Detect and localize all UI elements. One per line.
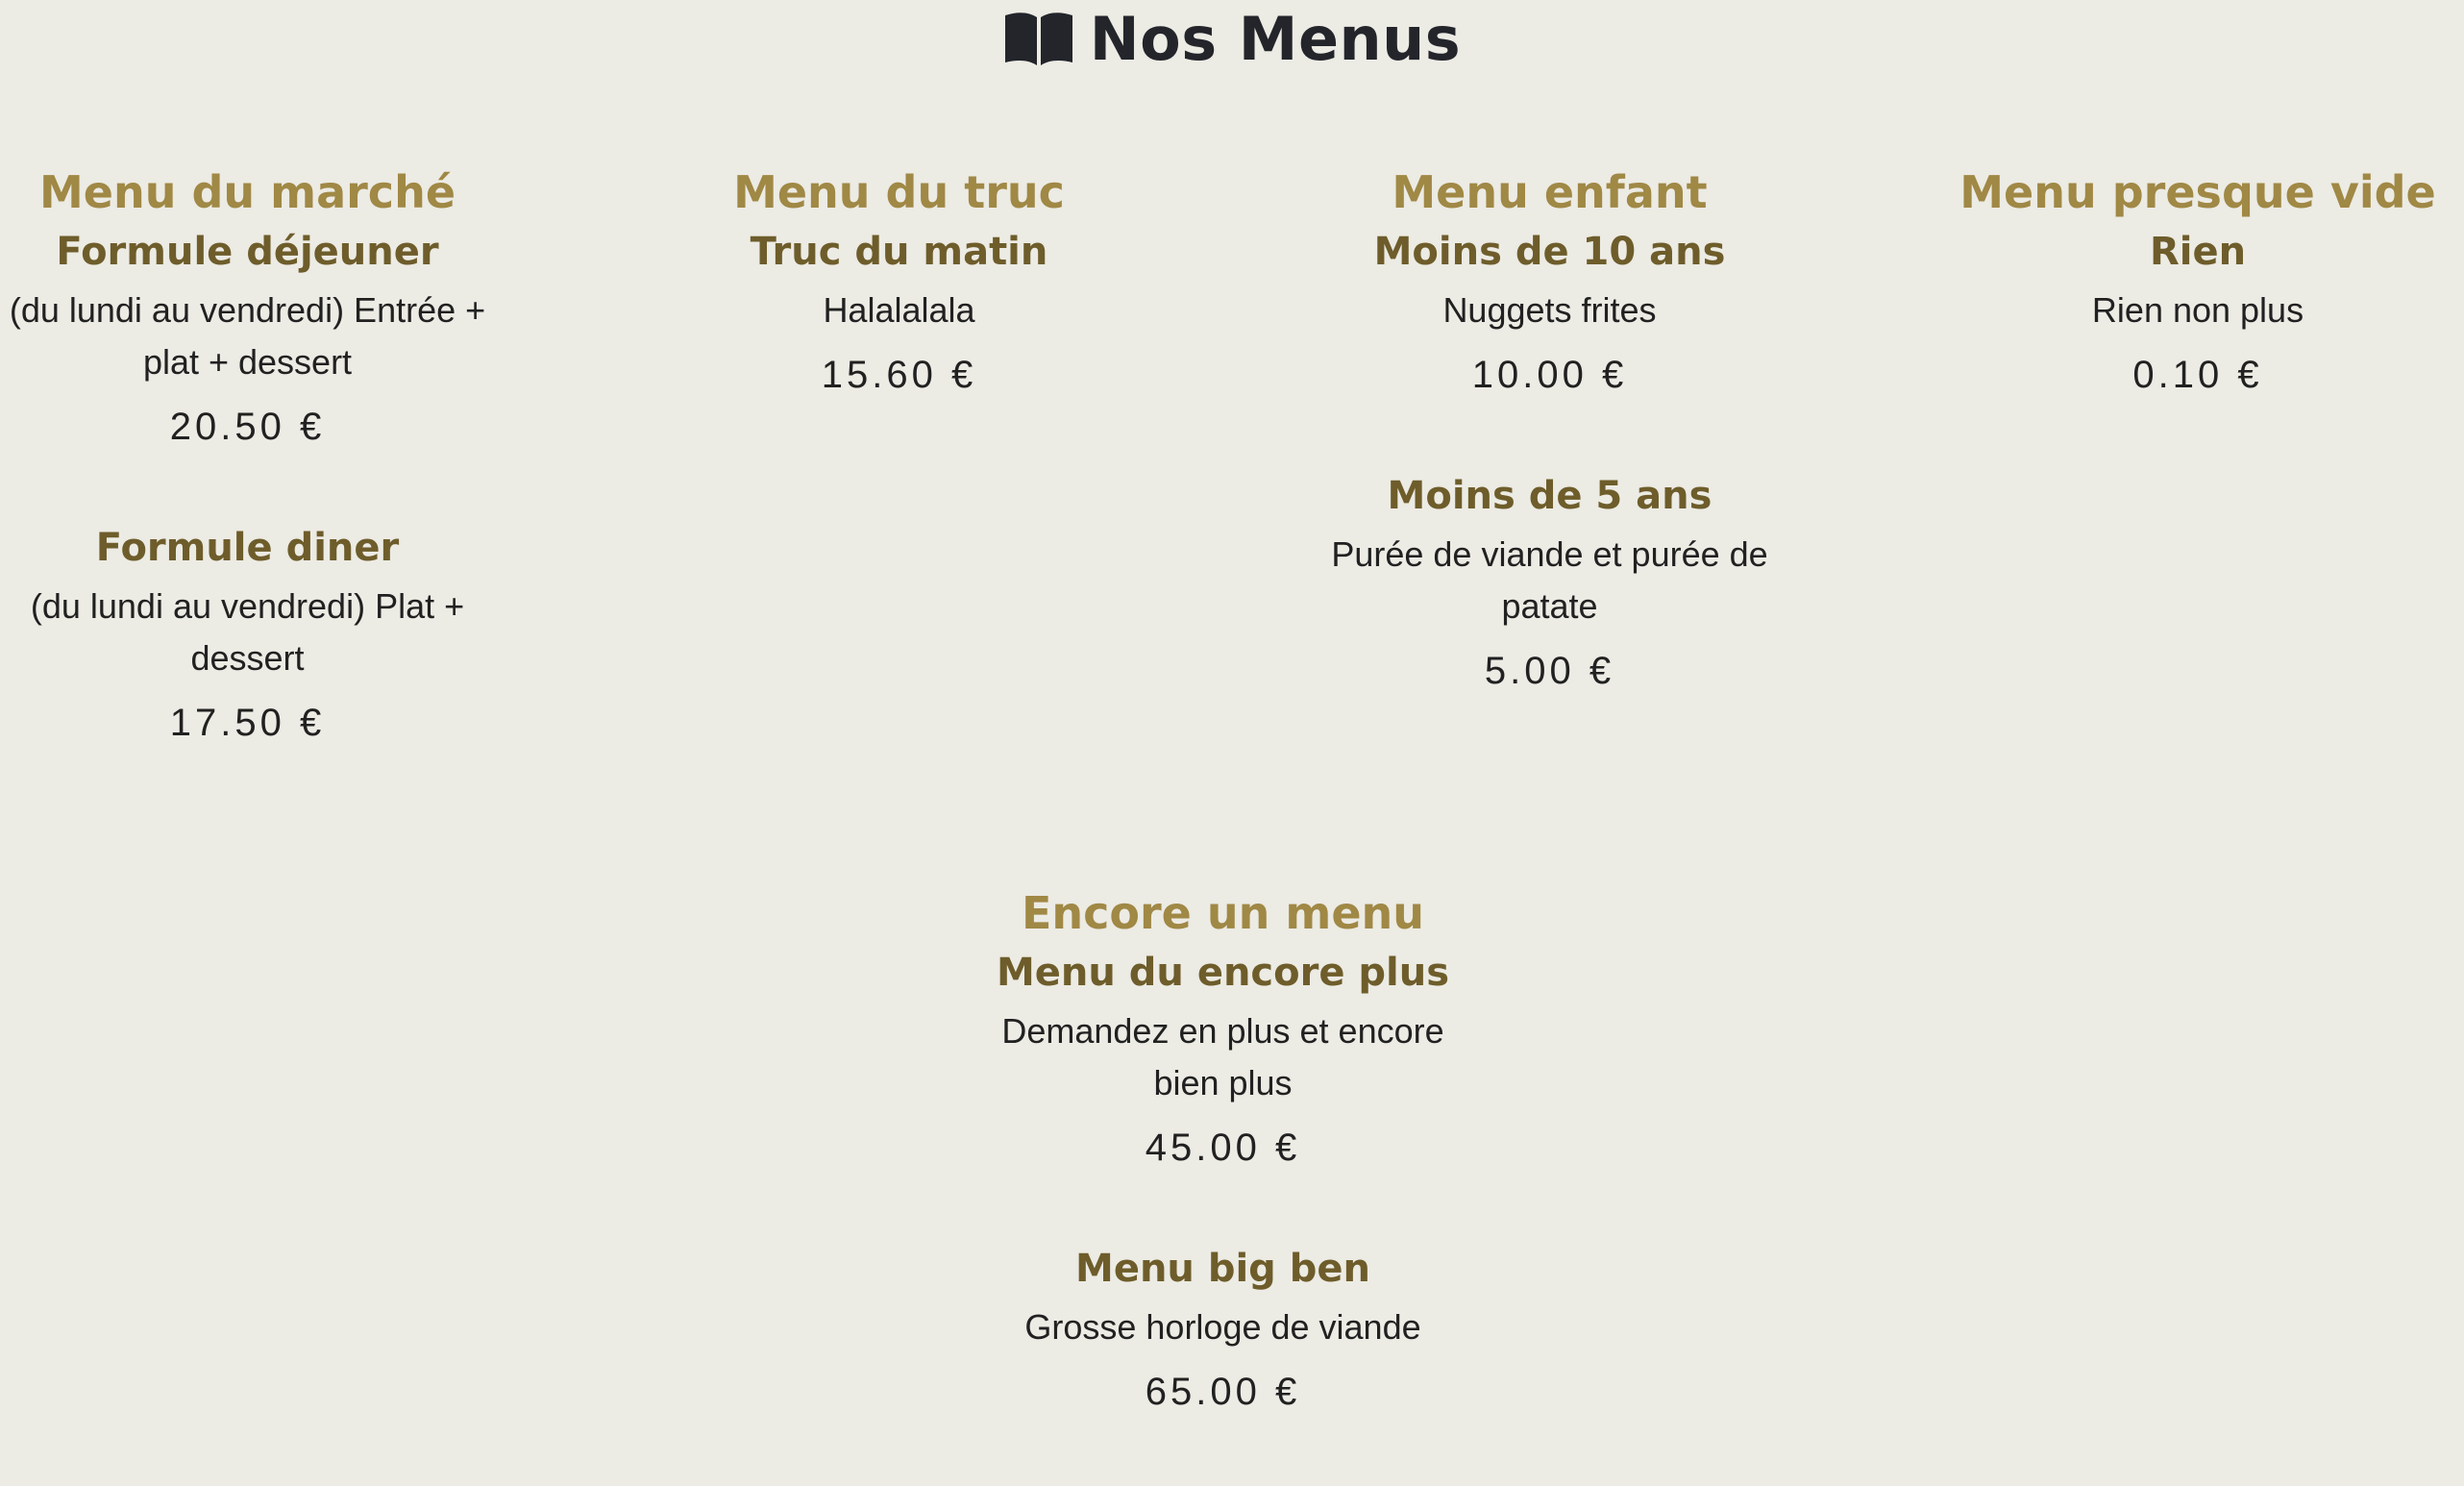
menu-card-truc: Menu du truc Truc du matin Halalalala 15… xyxy=(652,163,1146,469)
menu-item-price: 5.00 € xyxy=(1484,650,1615,692)
menu-item-name: Formule déjeuner xyxy=(56,230,439,274)
menu-item-price: 15.60 € xyxy=(821,354,977,396)
menu-item: Menu big ben Grosse horloge de viande 65… xyxy=(975,1242,1470,1419)
menu-item-name: Moins de 5 ans xyxy=(1387,474,1712,518)
page-title-text: Nos Menus xyxy=(1089,3,1462,74)
menu-title: Menu du marché xyxy=(38,166,456,218)
menu-card-enfant: Menu enfant Moins de 10 ans Nuggets frit… xyxy=(1302,163,1797,765)
menu-item-name: Menu du encore plus xyxy=(996,951,1450,995)
menu-title: Menu enfant xyxy=(1392,166,1708,218)
menu-item-name: Menu big ben xyxy=(1075,1247,1370,1291)
menu-title: Menu du truc xyxy=(733,166,1065,218)
menu-item-description: Halalalala xyxy=(823,290,975,330)
menu-card-encore: Encore un menu Menu du encore plus Deman… xyxy=(975,884,1470,1486)
menu-item-price: 0.10 € xyxy=(2132,354,2263,396)
menu-item-description: Demandez en plus et encore bien plus xyxy=(1001,1011,1444,1102)
menu-item: Menu du encore plus Demandez en plus et … xyxy=(975,946,1470,1175)
menu-item-price: 45.00 € xyxy=(1145,1127,1301,1169)
menu-item-price: 20.50 € xyxy=(169,406,326,448)
menu-title: Menu presque vide xyxy=(1959,166,2436,218)
menu-item: Moins de 10 ans Nuggets frites 10.00 € xyxy=(1302,225,1797,402)
menu-item: Formule déjeuner (du lundi au vendredi) … xyxy=(0,225,495,454)
menu-title: Encore un menu xyxy=(1021,887,1425,939)
book-open-icon xyxy=(1003,10,1074,67)
menu-item-price: 65.00 € xyxy=(1145,1371,1301,1413)
menu-item-description: Grosse horloge de viande xyxy=(1024,1307,1421,1347)
menu-item: Rien Rien non plus 0.10 € xyxy=(1953,225,2443,402)
menu-item-description: Rien non plus xyxy=(2091,290,2304,330)
menu-item: Moins de 5 ans Purée de viande et purée … xyxy=(1302,469,1797,698)
menu-card-marche: Menu du marché Formule déjeuner (du lund… xyxy=(0,163,495,817)
page-title: Nos Menus xyxy=(0,0,2464,77)
menu-item: Truc du matin Halalalala 15.60 € xyxy=(652,225,1146,402)
menu-item: Formule diner (du lundi au vendredi) Pla… xyxy=(0,521,495,750)
menu-card-presque-vide: Menu presque vide Rien Rien non plus 0.1… xyxy=(1953,163,2443,469)
menu-item-description: Purée de viande et purée de patate xyxy=(1331,534,1768,626)
menu-item-name: Rien xyxy=(2149,230,2247,274)
menu-item-price: 17.50 € xyxy=(169,702,326,744)
menu-item-description: Nuggets frites xyxy=(1442,290,1657,330)
menu-item-description: (du lundi au vendredi) Plat + dessert xyxy=(30,586,465,678)
menu-item-description: (du lundi au vendredi) Entrée + plat + d… xyxy=(9,290,486,382)
menu-item-name: Formule diner xyxy=(95,526,400,570)
menu-item-price: 10.00 € xyxy=(1471,354,1628,396)
menu-item-name: Moins de 10 ans xyxy=(1373,230,1726,274)
menu-item-name: Truc du matin xyxy=(750,230,1048,274)
